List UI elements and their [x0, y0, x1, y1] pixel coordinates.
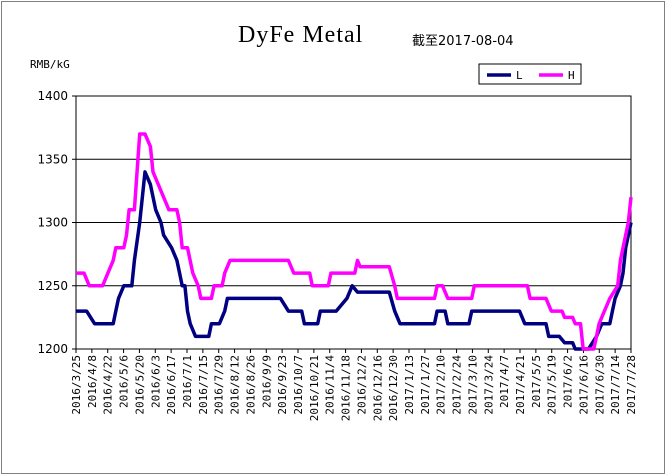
- x-tick-label: 2017/2/10: [435, 355, 448, 415]
- x-tick-label: 2016/6/3: [149, 355, 162, 408]
- x-tick-label: 2016/7/1: [181, 355, 194, 408]
- x-tick-label: 2016/8/26: [244, 355, 257, 415]
- x-tick-label: 2017/6/16: [577, 355, 590, 415]
- x-tick-label: 2016/5/6: [118, 355, 131, 408]
- x-tick-label: 2016/12/16: [371, 355, 384, 421]
- legend-label-H: H: [568, 69, 575, 82]
- y-tick-label-1200: 1200: [37, 342, 68, 356]
- series-line-H: [76, 132, 633, 351]
- x-tick-label: 2016/9/9: [260, 355, 273, 408]
- y-tick-label-1350: 1350: [37, 152, 68, 166]
- x-tick-label: 2016/9/23: [276, 355, 289, 415]
- x-tick-label: 2016/12/2: [355, 355, 368, 415]
- x-tick-label: 2016/10/21: [308, 355, 321, 421]
- x-tick-label: 2017/3/24: [482, 355, 495, 415]
- x-tick-label: 2016/8/12: [229, 355, 242, 415]
- x-tick-label: 2016/4/8: [86, 355, 99, 408]
- x-tick-label: 2016/4/22: [102, 355, 115, 415]
- legend: LH: [478, 63, 582, 85]
- x-tick-label: 2017/5/19: [546, 355, 559, 415]
- y-tick-label-1250: 1250: [37, 279, 68, 293]
- x-tick-label: 2016/12/30: [387, 355, 400, 421]
- line-chart: 12001250130013501400 2016/3/25 2016/4/8 20…: [37, 63, 638, 421]
- x-tick-label: 2016/7/15: [197, 355, 210, 415]
- series-lines: [76, 132, 633, 351]
- x-tick-label: 2017/4/7: [498, 355, 511, 408]
- x-tick-label: 2016/7/29: [213, 355, 226, 415]
- x-tick-label: 2017/6/30: [593, 355, 606, 415]
- x-tick-label: 2017/7/28: [625, 355, 638, 415]
- series-line-L: [76, 170, 633, 351]
- x-tick-label: 2017/2/24: [451, 355, 464, 415]
- x-tick-label: 2017/5/5: [530, 355, 543, 408]
- x-tick-label: 2016/5/20: [133, 355, 146, 415]
- x-tick-label: 2017/1/27: [419, 355, 432, 415]
- x-tick-label: 2017/7/14: [609, 355, 622, 415]
- y-tick-label-1300: 1300: [37, 216, 68, 230]
- y-axis: 1200 1250 1300 1350 1400: [37, 89, 76, 356]
- x-tick-label: 2017/1/13: [403, 355, 416, 415]
- legend-label-L: L: [516, 69, 523, 82]
- x-tick-label: 2016/6/17: [165, 355, 178, 415]
- x-tick-label: 2017/3/10: [466, 355, 479, 415]
- x-tick-label: 2016/10/7: [292, 355, 305, 415]
- x-tick-label: 2016/3/25: [70, 355, 83, 415]
- x-tick-label: 2017/6/2: [562, 355, 575, 408]
- x-tick-label: 2016/11/4: [324, 355, 337, 415]
- x-tick-label: 2017/4/21: [514, 355, 527, 415]
- x-axis: 2016/3/25 2016/4/8 2016/4/22 2016/5/6 2016/5…: [70, 349, 638, 421]
- x-tick-label: 2016/11/18: [340, 355, 353, 421]
- y-tick-label-1400: 1400: [37, 89, 68, 103]
